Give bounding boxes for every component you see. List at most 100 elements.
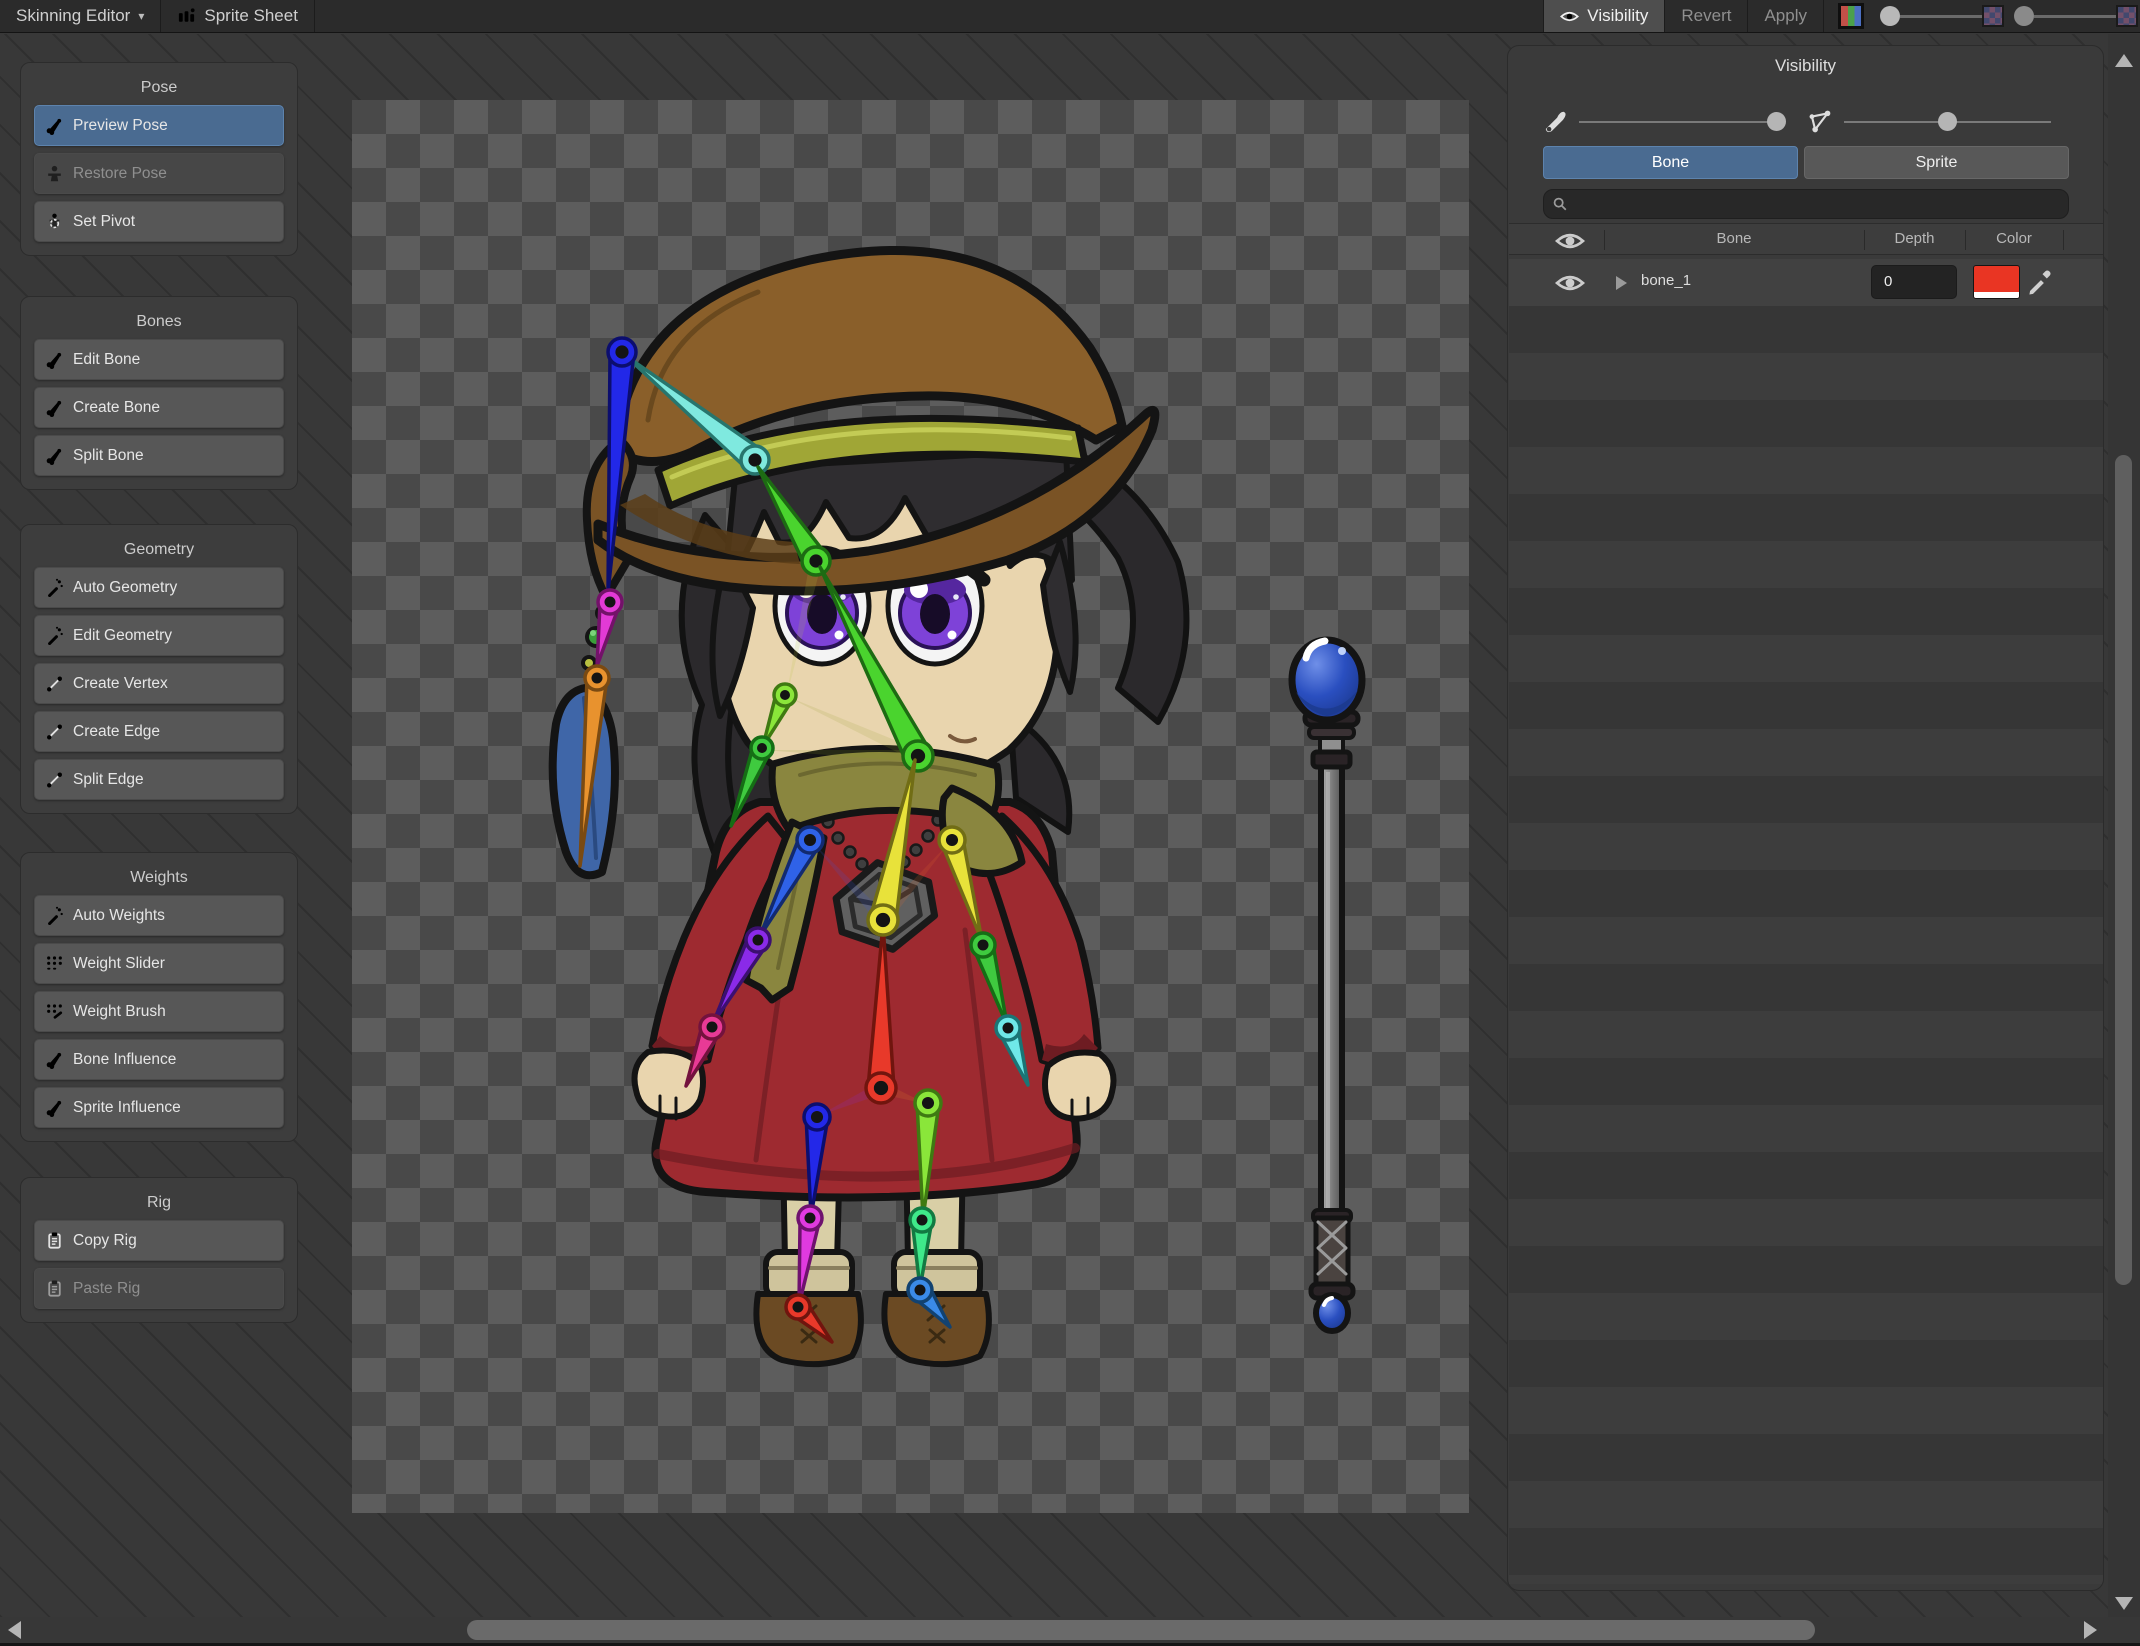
tab-label: Sprite <box>1915 153 1958 171</box>
bone-hat-tip[interactable] <box>595 588 624 668</box>
sprite-sheet-icon <box>177 7 196 25</box>
sprite-color-channels-icon[interactable] <box>1838 3 1864 29</box>
horizontal-scrollbar[interactable] <box>0 1617 2140 1643</box>
mesh-opacity-swatch-icon <box>2116 5 2138 27</box>
sprite-canvas[interactable] <box>352 100 1469 1513</box>
top-toolbar: Skinning Editor ▾ Sprite Sheet Visibilit… <box>0 0 2140 33</box>
edit-bone-button[interactable]: Edit Bone <box>34 339 284 380</box>
revert-button[interactable]: Revert <box>1665 0 1747 32</box>
eyedropper-icon[interactable] <box>2026 267 2054 295</box>
button-label: Create Vertex <box>73 674 168 692</box>
mesh-opacity-slider-knob[interactable] <box>2014 6 2034 26</box>
set-pivot-button[interactable]: Set Pivot <box>34 201 284 242</box>
scroll-right-icon[interactable] <box>2084 1621 2097 1639</box>
create-edge-button[interactable]: Create Edge <box>34 711 284 752</box>
button-label: Split Bone <box>73 446 144 464</box>
bone-outline-icon <box>1806 108 1834 136</box>
button-label: Restore Pose <box>73 164 167 182</box>
tab-label: Bone <box>1651 153 1690 171</box>
button-label: Weight Slider <box>73 954 165 972</box>
copy-rig-button[interactable]: Copy Rig <box>34 1220 284 1261</box>
bone-visibility-slider-track[interactable] <box>1579 121 1777 123</box>
auto-weights-button[interactable]: Auto Weights <box>34 895 284 936</box>
weights-group-title: Weights <box>130 869 188 886</box>
skinning-editor-window: Skinning Editor ▾ Sprite Sheet Visibilit… <box>0 0 2140 1646</box>
search-input[interactable] <box>1543 189 2069 219</box>
paste-rig-button[interactable]: Paste Rig <box>34 1268 284 1309</box>
pose-group: Pose Preview Pose Restore Pose Set Pivot <box>20 62 298 256</box>
scroll-down-icon[interactable] <box>2115 1597 2133 1610</box>
rig-group-title: Rig <box>146 1194 171 1211</box>
vertex-icon <box>45 674 64 693</box>
dots-icon <box>45 954 64 973</box>
horizontal-scrollbar-thumb[interactable] <box>467 1620 1815 1640</box>
staff-orb <box>1288 636 1366 724</box>
split-bone-button[interactable]: Split Bone <box>34 435 284 476</box>
pivot-icon <box>45 212 64 231</box>
sprite-visibility-slider-knob[interactable] <box>1938 112 1957 131</box>
bone-icon <box>45 1050 64 1069</box>
rig-group: Rig Copy Rig Paste Rig <box>20 1177 298 1323</box>
restore-pose-button[interactable]: Restore Pose <box>34 153 284 194</box>
column-color[interactable]: Color <box>1965 230 2063 247</box>
bone-row[interactable]: bone_1 0 <box>1509 259 2103 306</box>
depth-input[interactable]: 0 <box>1871 265 1957 299</box>
weights-group: Weights Auto Weights Weight Slider Weigh… <box>20 852 298 1142</box>
button-label: Set Pivot <box>73 212 136 230</box>
preview-pose-button[interactable]: Preview Pose <box>34 105 284 146</box>
bone-icon <box>45 1098 64 1117</box>
bone-influence-button[interactable]: Bone Influence <box>34 1039 284 1080</box>
sprite-influence-button[interactable]: Sprite Influence <box>34 1087 284 1128</box>
tab-bone[interactable]: Bone <box>1543 146 1798 179</box>
weight-slider-button[interactable]: Weight Slider <box>34 943 284 984</box>
bone-icon <box>45 116 64 135</box>
vertical-scrollbar[interactable] <box>2108 34 2140 1617</box>
bone-icon <box>45 446 64 465</box>
row-visible-eye-icon[interactable] <box>1555 272 1585 294</box>
visibility-toggle-button[interactable]: Visibility <box>1544 0 1665 32</box>
edit-geometry-button[interactable]: Edit Geometry <box>34 615 284 656</box>
edge-icon <box>45 722 64 741</box>
auto-geometry-button[interactable]: Auto Geometry <box>34 567 284 608</box>
skinning-editor-dropdown[interactable]: Skinning Editor ▾ <box>0 0 160 32</box>
sprite-sheet-button[interactable]: Sprite Sheet <box>161 0 314 32</box>
bone-table-header: Bone Depth Color <box>1509 223 2103 255</box>
button-label: Auto Geometry <box>73 578 178 596</box>
scroll-left-icon[interactable] <box>8 1621 21 1639</box>
weight-brush-button[interactable]: Weight Brush <box>34 991 284 1032</box>
button-label: Split Edge <box>73 770 144 788</box>
scroll-up-icon[interactable] <box>2115 54 2133 67</box>
expand-arrow-icon[interactable] <box>1616 276 1627 290</box>
column-bone[interactable]: Bone <box>1604 230 1864 247</box>
split-edge-button[interactable]: Split Edge <box>34 759 284 800</box>
mesh-opacity-slider-track[interactable] <box>2034 14 2116 18</box>
sprite-render <box>548 246 1366 1368</box>
bone-color-swatch[interactable] <box>1973 265 2020 299</box>
button-label: Edit Geometry <box>73 626 173 644</box>
button-label: Bone Influence <box>73 1050 177 1068</box>
clipboard-icon <box>45 1231 64 1250</box>
column-depth[interactable]: Depth <box>1864 230 1965 247</box>
create-bone-button[interactable]: Create Bone <box>34 387 284 428</box>
character-sprite <box>548 246 1190 1368</box>
wand-icon <box>45 626 64 645</box>
person-icon <box>45 164 64 183</box>
vertical-scrollbar-thumb[interactable] <box>2115 455 2132 1285</box>
wand-icon <box>45 906 64 925</box>
bone-opacity-slider-knob[interactable] <box>1880 6 1900 26</box>
button-label: Auto Weights <box>73 906 165 924</box>
clipboard-icon <box>45 1279 64 1298</box>
geometry-group: Geometry Auto Geometry Edit Geometry Cre… <box>20 524 298 814</box>
bone-opacity-slider-track[interactable] <box>1900 14 1982 18</box>
tab-sprite[interactable]: Sprite <box>1804 146 2069 179</box>
apply-button[interactable]: Apply <box>1748 0 1823 32</box>
eye-icon <box>1560 8 1579 25</box>
search-icon <box>1552 196 1568 212</box>
button-label: Weight Brush <box>73 1002 166 1020</box>
create-vertex-button[interactable]: Create Vertex <box>34 663 284 704</box>
bone-visibility-slider-knob[interactable] <box>1767 112 1786 131</box>
dropdown-caret-icon: ▾ <box>138 9 145 23</box>
geometry-group-title: Geometry <box>123 541 195 558</box>
skinning-editor-label: Skinning Editor <box>16 6 131 25</box>
button-label: Preview Pose <box>73 116 168 134</box>
